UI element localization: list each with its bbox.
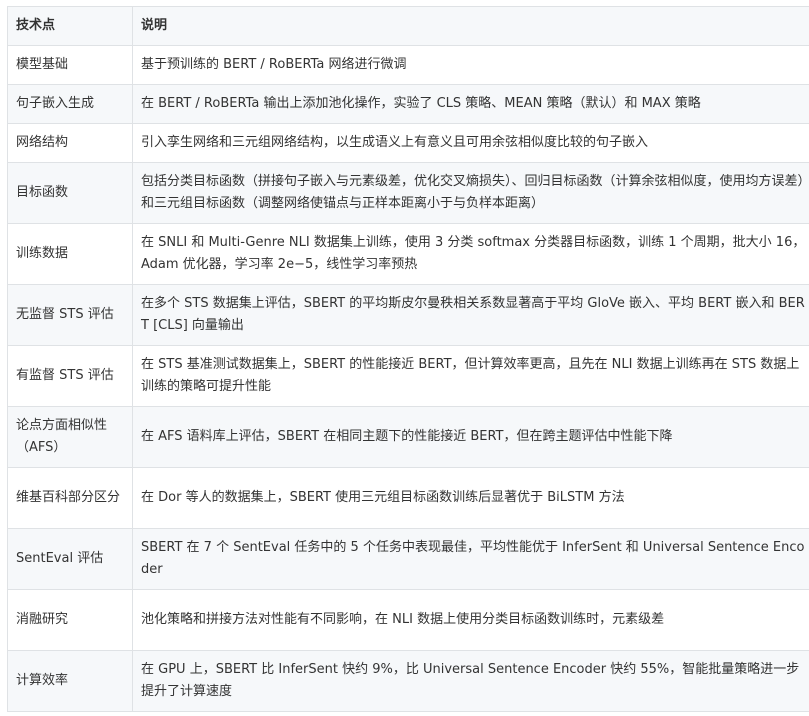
table-row: SentEval 评估 SBERT 在 7 个 SentEval 任务中的 5 … (7, 528, 809, 590)
row-point: 网络结构 (7, 123, 133, 163)
row-desc: 在多个 STS 数据集上评估，SBERT 的平均斯皮尔曼秩相关系数显著高于平均 … (132, 284, 809, 346)
table-row: 消融研究 池化策略和拼接方法对性能有不同影响，在 NLI 数据上使用分类目标函数… (7, 589, 809, 651)
table-row: 论点方面相似性（AFS） 在 AFS 语料库上评估，SBERT 在相同主题下的性… (7, 406, 809, 468)
table-row: 计算效率 在 GPU 上，SBERT 比 InferSent 快约 9%，比 U… (7, 650, 809, 712)
row-desc: 基于预训练的 BERT / RoBERTa 网络进行微调 (132, 45, 809, 85)
row-point: 目标函数 (7, 162, 133, 224)
table-header-row: 技术点 说明 (7, 6, 809, 46)
row-desc: 在 SNLI 和 Multi-Genre NLI 数据集上训练，使用 3 分类 … (132, 223, 809, 285)
row-point: 论点方面相似性（AFS） (7, 406, 133, 468)
row-point: 维基百科部分区分 (7, 467, 133, 529)
row-point: 无监督 STS 评估 (7, 284, 133, 346)
header-point: 技术点 (7, 6, 133, 46)
table-row: 模型基础 基于预训练的 BERT / RoBERTa 网络进行微调 (7, 45, 809, 85)
row-desc: 包括分类目标函数（拼接句子嵌入与元素级差，优化交叉熵损失）、回归目标函数（计算余… (132, 162, 809, 224)
table-row: 句子嵌入生成 在 BERT / RoBERTa 输出上添加池化操作，实验了 CL… (7, 84, 809, 124)
tech-summary-table: 技术点 说明 模型基础 基于预训练的 BERT / RoBERTa 网络进行微调… (7, 6, 809, 712)
header-desc: 说明 (132, 6, 809, 46)
row-desc: 在 GPU 上，SBERT 比 InferSent 快约 9%，比 Univer… (132, 650, 809, 712)
table-row: 维基百科部分区分 在 Dor 等人的数据集上，SBERT 使用三元组目标函数训练… (7, 467, 809, 529)
row-desc: 在 Dor 等人的数据集上，SBERT 使用三元组目标函数训练后显著优于 BiL… (132, 467, 809, 529)
row-point: 训练数据 (7, 223, 133, 285)
row-point: 有监督 STS 评估 (7, 345, 133, 407)
row-desc: SBERT 在 7 个 SentEval 任务中的 5 个任务中表现最佳，平均性… (132, 528, 809, 590)
table-row: 训练数据 在 SNLI 和 Multi-Genre NLI 数据集上训练，使用 … (7, 223, 809, 285)
table-row: 网络结构 引入孪生网络和三元组网络结构，以生成语义上有意义且可用余弦相似度比较的… (7, 123, 809, 163)
row-point: 计算效率 (7, 650, 133, 712)
row-point: 消融研究 (7, 589, 133, 651)
row-desc: 在 STS 基准测试数据集上，SBERT 的性能接近 BERT，但计算效率更高，… (132, 345, 809, 407)
page: 技术点 说明 模型基础 基于预训练的 BERT / RoBERTa 网络进行微调… (0, 0, 809, 716)
table-row: 有监督 STS 评估 在 STS 基准测试数据集上，SBERT 的性能接近 BE… (7, 345, 809, 407)
row-point: SentEval 评估 (7, 528, 133, 590)
row-point: 模型基础 (7, 45, 133, 85)
row-point: 句子嵌入生成 (7, 84, 133, 124)
row-desc: 在 AFS 语料库上评估，SBERT 在相同主题下的性能接近 BERT，但在跨主… (132, 406, 809, 468)
table-row: 无监督 STS 评估 在多个 STS 数据集上评估，SBERT 的平均斯皮尔曼秩… (7, 284, 809, 346)
row-desc: 在 BERT / RoBERTa 输出上添加池化操作，实验了 CLS 策略、ME… (132, 84, 809, 124)
table-row: 目标函数 包括分类目标函数（拼接句子嵌入与元素级差，优化交叉熵损失）、回归目标函… (7, 162, 809, 224)
row-desc: 引入孪生网络和三元组网络结构，以生成语义上有意义且可用余弦相似度比较的句子嵌入 (132, 123, 809, 163)
row-desc: 池化策略和拼接方法对性能有不同影响，在 NLI 数据上使用分类目标函数训练时，元… (132, 589, 809, 651)
